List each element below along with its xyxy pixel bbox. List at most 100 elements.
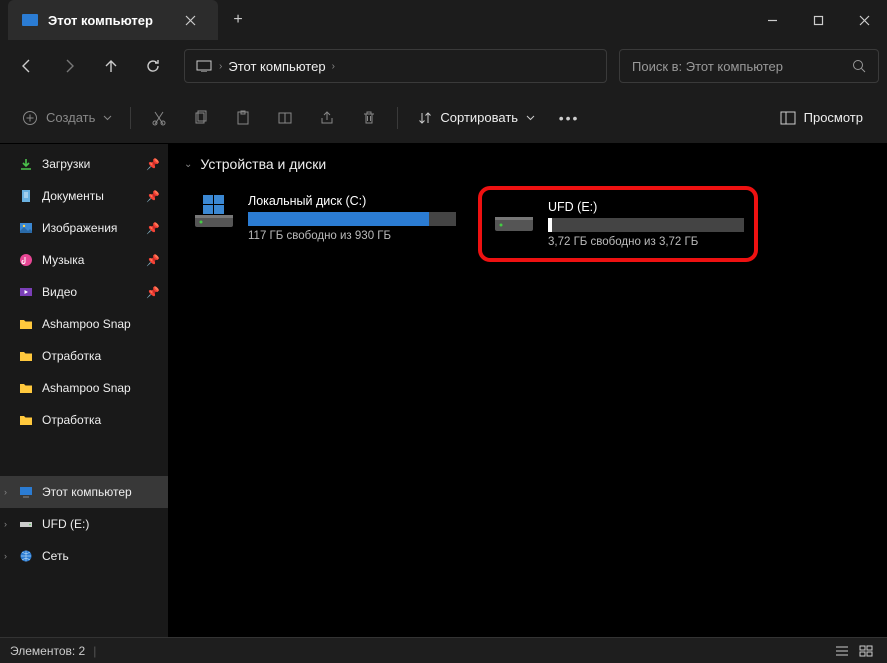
network-icon <box>18 548 34 564</box>
folder-icon <box>18 412 34 428</box>
content-area: ⌄ Устройства и диски Локальный диск (C:)… <box>168 144 887 637</box>
tab-active[interactable]: Этот компьютер <box>8 0 218 40</box>
minimize-button[interactable] <box>749 0 795 40</box>
drive-progress <box>548 218 744 232</box>
sidebar-item[interactable]: Видео 📌 <box>0 276 168 308</box>
sidebar-tree-item[interactable]: › Этот компьютер <box>0 476 168 508</box>
sidebar-item[interactable]: Загрузки 📌 <box>0 148 168 180</box>
group-header[interactable]: ⌄ Устройства и диски <box>184 156 871 172</box>
sidebar-item[interactable]: Документы 📌 <box>0 180 168 212</box>
forward-button[interactable] <box>50 48 88 84</box>
close-button[interactable] <box>841 0 887 40</box>
paste-button[interactable] <box>223 100 263 136</box>
pin-icon: 📌 <box>146 286 160 299</box>
view-button[interactable]: Просмотр <box>768 101 875 135</box>
sidebar-item-label: Музыка <box>42 253 84 267</box>
details-view-button[interactable] <box>831 641 853 661</box>
drive-free-text: 3,72 ГБ свободно из 3,72 ГБ <box>548 236 744 248</box>
status-text: Элементов: 2 <box>10 644 85 658</box>
more-button[interactable]: ••• <box>549 100 589 136</box>
search-icon <box>852 59 866 73</box>
pin-icon: 📌 <box>146 190 160 203</box>
search-placeholder: Поиск в: Этот компьютер <box>632 59 852 74</box>
chevron-down-icon <box>526 113 535 122</box>
drive-icon <box>192 194 236 232</box>
sidebar-item-label: Сеть <box>42 549 69 563</box>
videos-icon <box>18 284 34 300</box>
view-icon <box>780 111 796 125</box>
drive-item[interactable]: UFD (E:) 3,72 ГБ свободно из 3,72 ГБ <box>478 186 758 262</box>
rename-button[interactable] <box>265 100 305 136</box>
drive-icon <box>18 516 34 532</box>
statusbar: Элементов: 2 | <box>0 637 887 663</box>
back-button[interactable] <box>8 48 46 84</box>
sidebar-item-label: Изображения <box>42 221 117 235</box>
sidebar-tree-item[interactable]: ›UFD (E:) <box>0 508 168 540</box>
group-title: Устройства и диски <box>200 156 326 172</box>
drive-name: UFD (E:) <box>548 200 744 214</box>
pin-icon: 📌 <box>146 158 160 171</box>
folder-icon <box>18 380 34 396</box>
sidebar-tree-item[interactable]: › Сеть <box>0 540 168 572</box>
tab-title: Этот компьютер <box>48 13 166 28</box>
plus-circle-icon <box>22 110 38 126</box>
chevron-right-icon[interactable]: › <box>4 551 7 561</box>
titlebar: Этот компьютер + <box>0 0 887 40</box>
sort-button[interactable]: Сортировать <box>406 101 547 135</box>
copy-button[interactable] <box>181 100 221 136</box>
chevron-down-icon <box>103 113 112 122</box>
maximize-button[interactable] <box>795 0 841 40</box>
breadcrumb-location[interactable]: Этот компьютер <box>228 59 325 74</box>
sidebar-item-label: Отработка <box>42 349 101 363</box>
share-button[interactable] <box>307 100 347 136</box>
sidebar-item[interactable]: Ashampoo Snap <box>0 372 168 404</box>
create-button[interactable]: Создать <box>12 101 122 135</box>
sort-icon <box>418 111 432 125</box>
sidebar-item[interactable]: Изображения 📌 <box>0 212 168 244</box>
chevron-right-icon[interactable]: › <box>4 487 7 497</box>
folder-icon <box>18 348 34 364</box>
address-bar[interactable]: › Этот компьютер › <box>184 49 607 83</box>
sidebar-item-label: Ashampoo Snap <box>42 317 131 331</box>
toolbar: Создать Сортировать ••• Просмотр <box>0 92 887 144</box>
search-input[interactable]: Поиск в: Этот компьютер <box>619 49 879 83</box>
pin-icon: 📌 <box>146 222 160 235</box>
folder-icon <box>18 316 34 332</box>
up-button[interactable] <box>92 48 130 84</box>
sidebar-item-label: Загрузки <box>42 157 90 171</box>
sidebar: Загрузки📌Документы📌Изображения📌Музыка📌Ви… <box>0 144 168 637</box>
delete-button[interactable] <box>349 100 389 136</box>
icons-view-button[interactable] <box>855 641 877 661</box>
sidebar-item-label: Документы <box>42 189 104 203</box>
documents-icon <box>18 188 34 204</box>
sidebar-item-label: Ashampoo Snap <box>42 381 131 395</box>
drive-name: Локальный диск (C:) <box>248 194 456 208</box>
drive-free-text: 117 ГБ свободно из 930 ГБ <box>248 230 456 242</box>
sidebar-item[interactable]: Отработка <box>0 340 168 372</box>
sidebar-item-label: Этот компьютер <box>42 485 132 499</box>
drive-item[interactable]: Локальный диск (C:) 117 ГБ свободно из 9… <box>184 186 464 262</box>
navbar: › Этот компьютер › Поиск в: Этот компьют… <box>0 40 887 92</box>
pin-icon: 📌 <box>146 254 160 267</box>
pc-icon <box>22 14 38 26</box>
drive-progress <box>248 212 456 226</box>
sidebar-item[interactable]: Музыка 📌 <box>0 244 168 276</box>
pictures-icon <box>18 220 34 236</box>
cut-button[interactable] <box>139 100 179 136</box>
new-tab-button[interactable]: + <box>218 0 258 40</box>
close-tab-button[interactable] <box>176 6 204 34</box>
sidebar-item[interactable]: Ashampoo Snap <box>0 308 168 340</box>
drive-icon <box>492 200 536 238</box>
refresh-button[interactable] <box>134 48 172 84</box>
downloads-icon <box>18 156 34 172</box>
music-icon <box>18 252 34 268</box>
sidebar-item-label: Видео <box>42 285 77 299</box>
pc-icon <box>195 59 213 73</box>
chevron-right-icon[interactable]: › <box>4 519 7 529</box>
chevron-right-icon: › <box>219 61 222 72</box>
sidebar-item[interactable]: Отработка <box>0 404 168 436</box>
chevron-right-icon: › <box>332 61 335 72</box>
window-controls <box>749 0 887 40</box>
sidebar-item-label: Отработка <box>42 413 101 427</box>
chevron-down-icon: ⌄ <box>184 159 192 170</box>
